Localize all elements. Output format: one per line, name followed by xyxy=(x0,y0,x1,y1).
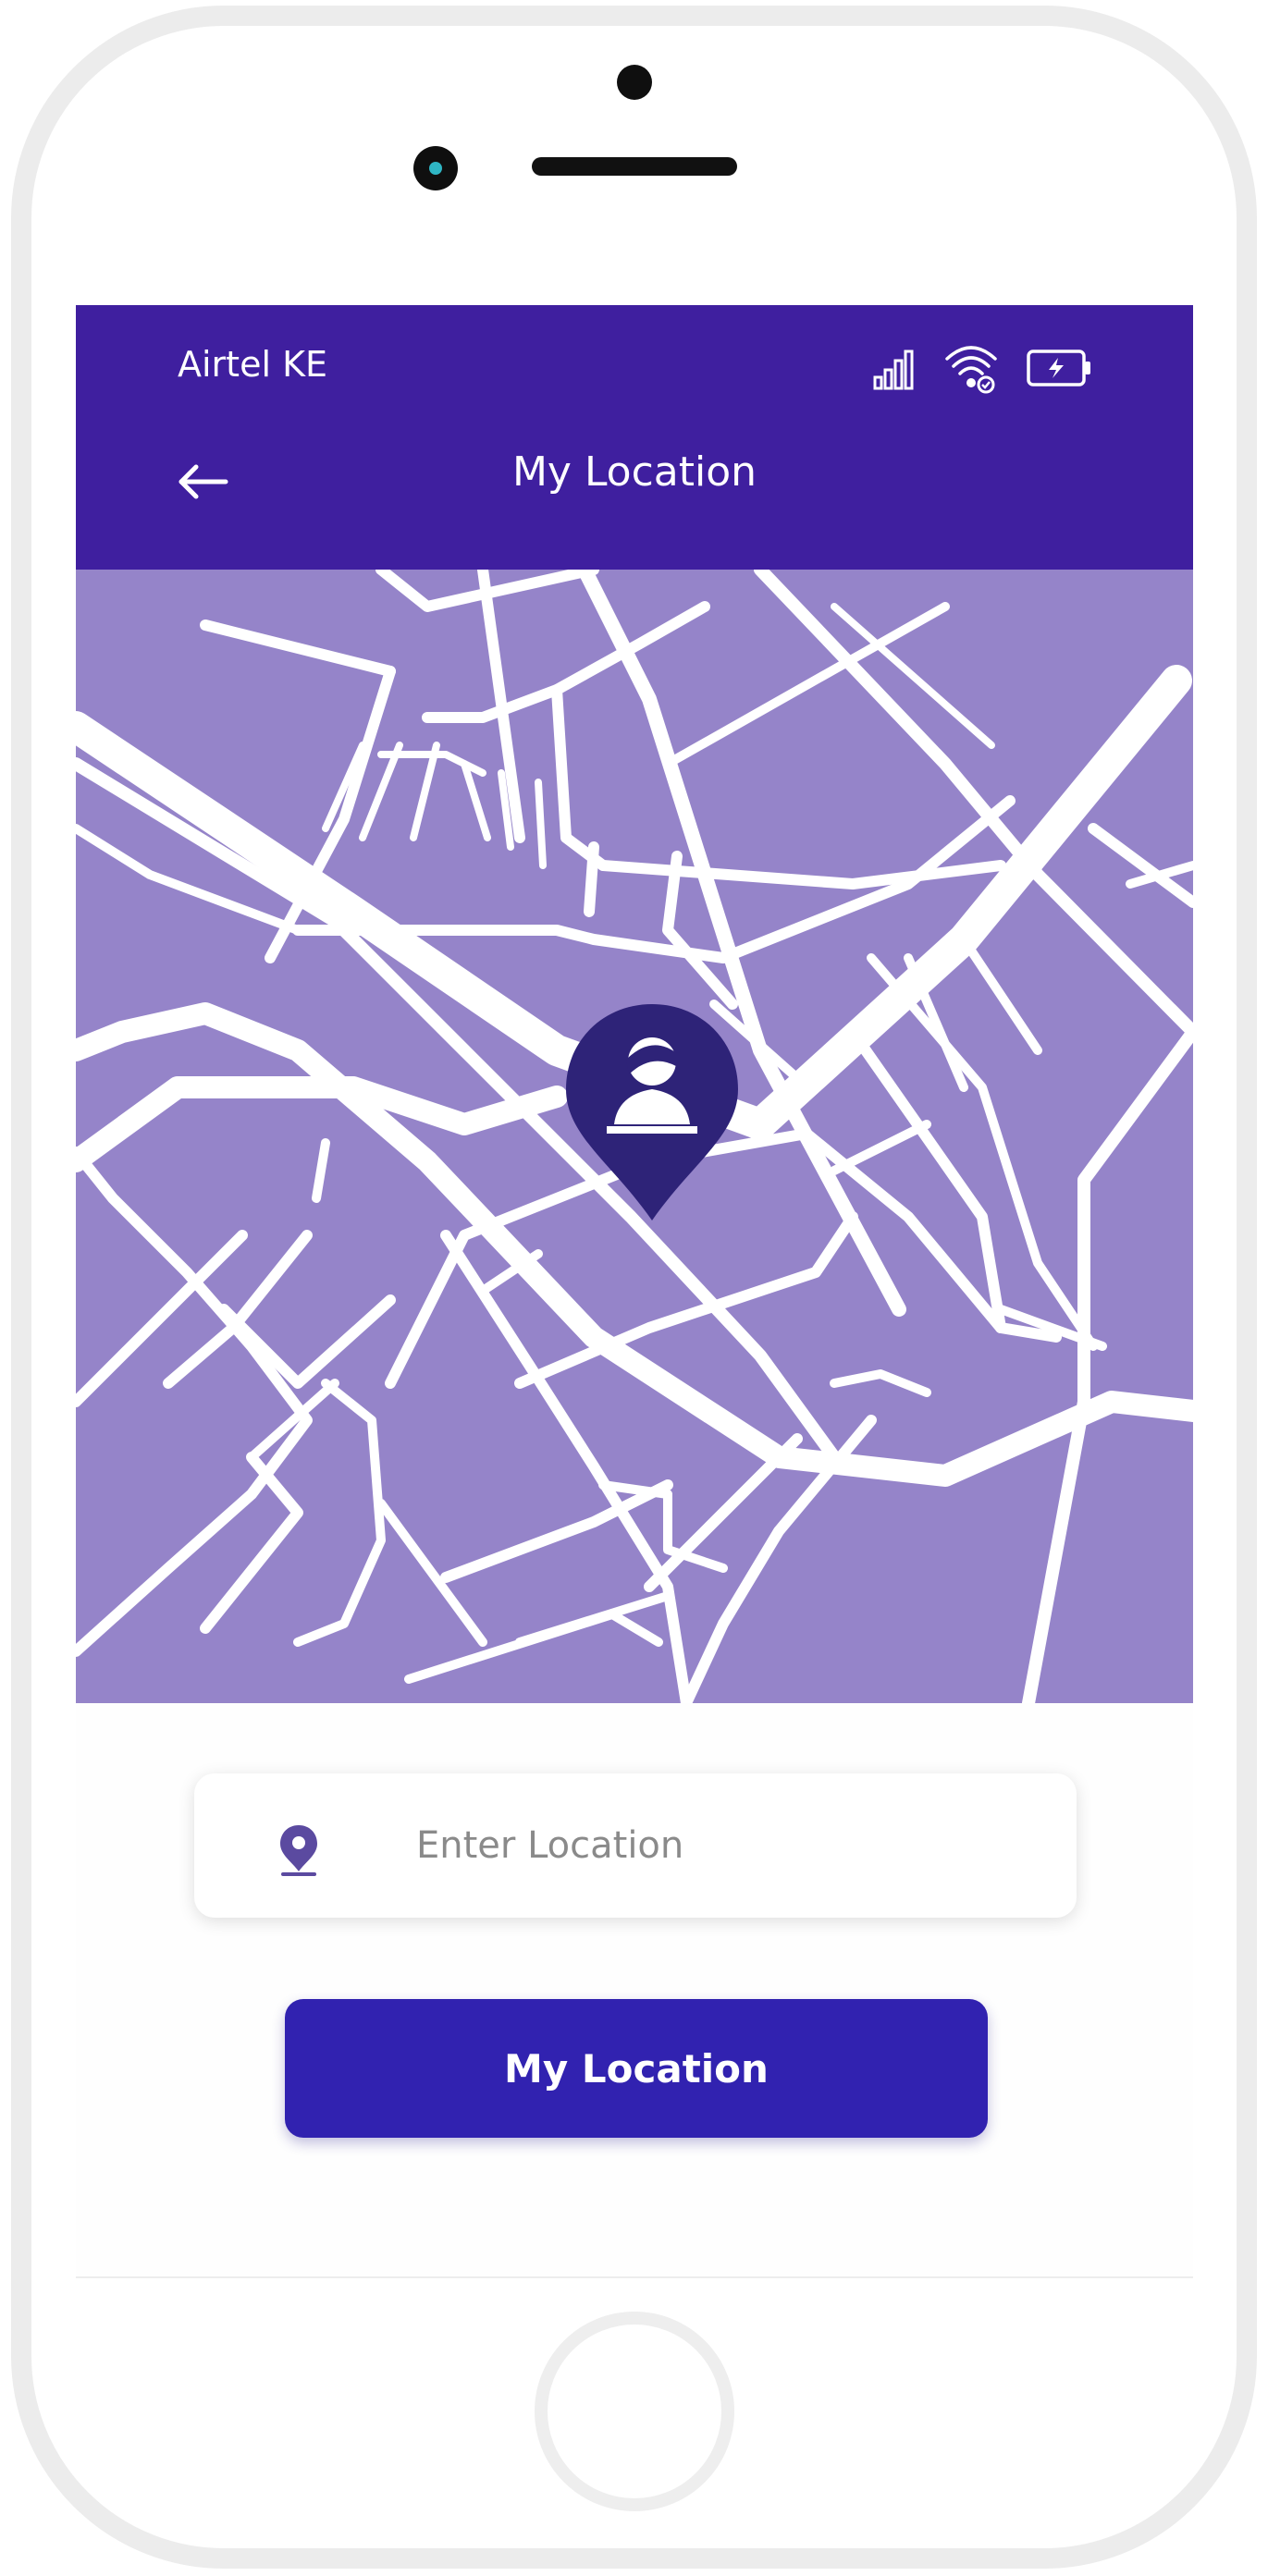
my-location-button[interactable]: My Location xyxy=(285,1999,988,2138)
front-camera xyxy=(413,146,458,190)
user-location-pin-icon[interactable] xyxy=(557,997,747,1228)
earpiece-speaker xyxy=(532,157,737,176)
map-view[interactable] xyxy=(76,570,1193,1703)
map-pin-icon xyxy=(280,1825,317,1876)
location-input-card[interactable] xyxy=(194,1773,1077,1918)
battery-icon xyxy=(1027,350,1090,386)
carrier-name: Airtel KE xyxy=(178,344,328,385)
app-screen: Airtel KE My Location Enter Location My … xyxy=(76,305,1193,2278)
app-header: Airtel KE My Location xyxy=(76,305,1193,570)
home-button[interactable] xyxy=(535,2312,734,2511)
wifi-icon xyxy=(945,346,997,394)
page-title: My Location xyxy=(511,448,757,496)
proximity-sensor xyxy=(617,65,652,100)
location-input[interactable] xyxy=(416,1810,1045,1881)
signal-icon xyxy=(873,350,914,390)
status-icons xyxy=(871,342,1176,398)
